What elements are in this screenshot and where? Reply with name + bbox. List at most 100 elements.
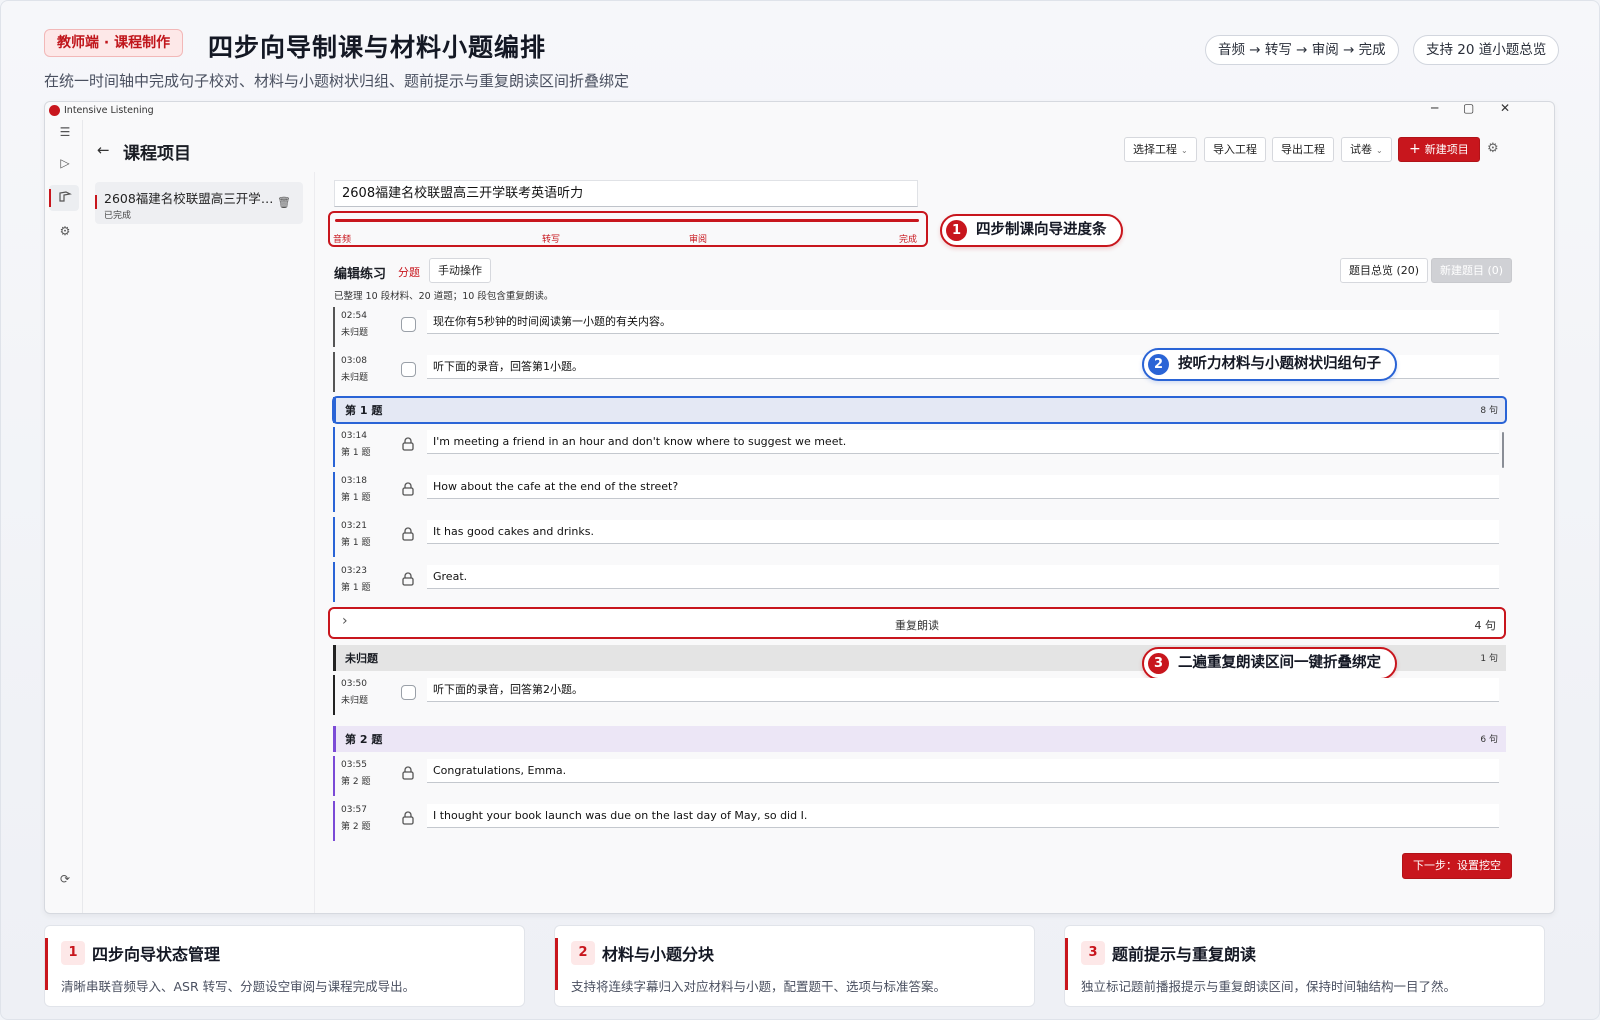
feature-card-grouping: 2 材料与小题分块 支持将连续字幕归入对应材料与小题，配置题干、选项与标准答案。 [554, 925, 1035, 1007]
page-subtitle: 在统一时间轴中完成句子校对、材料与小题树状归组、题前提示与重复朗读区间折叠绑定 [44, 72, 630, 90]
group-count: 1 句 [1480, 654, 1498, 664]
row-checkbox[interactable] [401, 362, 416, 377]
minimize-button[interactable]: ─ [1431, 102, 1438, 115]
import-project-button[interactable]: 导入工程 [1204, 137, 1266, 162]
paper-button[interactable]: 试卷 ⌄ [1341, 137, 1392, 162]
step-review[interactable]: 审阅 [689, 232, 707, 245]
lock-icon[interactable] [399, 809, 417, 827]
row-text[interactable]: It has good cakes and drinks. [427, 520, 1499, 544]
feature-desc: 独立标记题前播报提示与重复朗读区间，保持时间轴结构一目了然。 [1081, 979, 1457, 994]
row-bar [333, 801, 335, 841]
export-project-button[interactable]: 导出工程 [1272, 137, 1334, 162]
chevron-down-icon: ⌄ [1376, 146, 1383, 155]
row-text[interactable]: 听下面的录音，回答第2小题。 [427, 678, 1499, 702]
row-text[interactable]: 现在你有5秒钟的时间阅读第一小题的有关内容。 [427, 310, 1499, 334]
row-group: 未归题 [341, 696, 369, 706]
settings-icon[interactable]: ⚙ [57, 223, 73, 239]
feature-num: 1 [61, 941, 85, 965]
sentence-row[interactable]: 03:18 第 1 题 How about the cafe at the en… [333, 472, 1507, 512]
row-group: 未归题 [341, 328, 369, 338]
feature-title: 题前提示与重复朗读 [1112, 945, 1257, 964]
row-bar [333, 517, 335, 557]
new-project-button[interactable]: + 新建项目 [1398, 137, 1480, 162]
row-time: 03:23 [341, 566, 367, 576]
feature-desc: 支持将连续字幕归入对应材料与小题，配置题干、选项与标准答案。 [571, 979, 947, 994]
project-card[interactable]: 2608福建名校联盟高三开学联考英语听力 已完成 🗑 [95, 182, 303, 224]
step-audio[interactable]: 音频 [333, 232, 351, 245]
play-icon[interactable]: ▷ [57, 155, 73, 171]
row-bar [333, 352, 335, 392]
row-group: 未归题 [341, 373, 369, 383]
row-text[interactable]: Great. [427, 565, 1499, 589]
app-logo-icon [49, 105, 60, 116]
wizard-progress: 音频 转写 审阅 完成 [328, 211, 928, 247]
row-bar [333, 472, 335, 512]
course-name-input[interactable]: 2608福建名校联盟高三开学联考英语听力 [334, 180, 918, 207]
close-button[interactable]: ✕ [1500, 102, 1510, 115]
row-group: 第 1 题 [341, 448, 371, 458]
trash-icon[interactable]: 🗑 [277, 196, 291, 209]
group-title: 第 1 题 [345, 404, 383, 417]
row-text[interactable]: I thought your book launch was due on th… [427, 804, 1499, 828]
manual-button[interactable]: 手动操作 [429, 258, 491, 283]
course-icon[interactable] [57, 190, 73, 206]
lock-icon[interactable] [399, 570, 417, 588]
new-question-button[interactable]: 新建题目 (0) [1431, 258, 1513, 283]
group-title: 第 2 题 [345, 733, 383, 746]
page-heading: 四步向导制课与材料小题编排 [208, 33, 547, 62]
overview-button[interactable]: 题目总览 (20) [1340, 258, 1429, 283]
lock-icon[interactable] [399, 525, 417, 543]
row-checkbox[interactable] [401, 685, 416, 700]
split-tab[interactable]: 分题 [398, 264, 420, 280]
row-group: 第 2 题 [341, 822, 371, 832]
feature-desc: 清晰串联音频导入、ASR 转写、分题设空审阅与课程完成导出。 [61, 979, 416, 994]
row-text[interactable]: Congratulations, Emma. [427, 759, 1499, 783]
group-header-q1[interactable]: 第 1 题 8 句 [332, 396, 1507, 424]
back-arrow-icon[interactable]: ← [97, 141, 110, 159]
row-time: 03:50 [341, 679, 367, 689]
sync-icon[interactable]: ⟳ [57, 871, 73, 887]
select-project-label: 选择工程 [1133, 143, 1177, 156]
app-name: Intensive Listening [64, 105, 154, 116]
group-title: 未归题 [345, 652, 378, 665]
callout-text: 四步制课向导进度条 [976, 222, 1107, 238]
sentence-row[interactable]: 03:55 第 2 题 Congratulations, Emma. [333, 756, 1507, 796]
app-window: Intensive Listening ─ ▢ ✕ ☰ ▷ ⚙ ⟳ ← 课程项目… [44, 101, 1555, 914]
repeat-reading-block[interactable]: › 重复朗读 4 句 [328, 607, 1506, 639]
step-done[interactable]: 完成 [899, 232, 917, 245]
menu-icon[interactable]: ☰ [57, 124, 73, 140]
sentence-row[interactable]: 03:14 第 1 题 I'm meeting a friend in an h… [333, 427, 1507, 467]
summary-text: 已整理 10 段材料、20 道题；10 段包含重复朗读。 [334, 291, 554, 302]
step-transcribe[interactable]: 转写 [542, 232, 560, 245]
group-header-q2[interactable]: 第 2 题 6 句 [333, 726, 1506, 752]
sentence-row[interactable]: 03:50 未归题 听下面的录音，回答第2小题。 [333, 675, 1507, 715]
row-text[interactable]: I'm meeting a friend in an hour and don'… [427, 430, 1499, 454]
feature-title: 材料与小题分块 [602, 945, 715, 964]
next-step-button[interactable]: 下一步：设置挖空 [1402, 853, 1512, 879]
sentence-row[interactable]: 03:23 第 1 题 Great. [333, 562, 1507, 602]
project-card-indicator [95, 195, 97, 209]
project-status: 已完成 [104, 211, 132, 221]
lock-icon[interactable] [399, 764, 417, 782]
row-group: 第 2 题 [341, 777, 371, 787]
select-project-button[interactable]: 选择工程 ⌄ [1124, 137, 1197, 162]
sentence-row[interactable]: 03:57 第 2 题 I thought your book launch w… [333, 801, 1507, 841]
row-time: 03:08 [341, 356, 367, 366]
scrollbar-thumb[interactable] [1502, 432, 1504, 468]
gear-icon[interactable]: ⚙ [1487, 141, 1499, 156]
row-text[interactable]: How about the cafe at the end of the str… [427, 475, 1499, 499]
row-time: 03:21 [341, 521, 367, 531]
group-bar [333, 726, 336, 752]
row-bar [333, 307, 335, 347]
group-bar [333, 645, 336, 671]
project-list: 2608福建名校联盟高三开学联考英语听力 已完成 🗑 [83, 172, 315, 913]
sentence-row[interactable]: 03:21 第 1 题 It has good cakes and drinks… [333, 517, 1507, 557]
row-checkbox[interactable] [401, 317, 416, 332]
lock-icon[interactable] [399, 435, 417, 453]
feature-card-repeat: 3 题前提示与重复朗读 独立标记题前播报提示与重复朗读区间，保持时间轴结构一目了… [1064, 925, 1545, 1007]
sentence-row[interactable]: 02:54 未归题 现在你有5秒钟的时间阅读第一小题的有关内容。 [333, 307, 1507, 347]
maximize-button[interactable]: ▢ [1463, 102, 1474, 115]
lock-icon[interactable] [399, 480, 417, 498]
feature-bar [555, 938, 558, 990]
callout-num: 2 [1148, 354, 1169, 375]
